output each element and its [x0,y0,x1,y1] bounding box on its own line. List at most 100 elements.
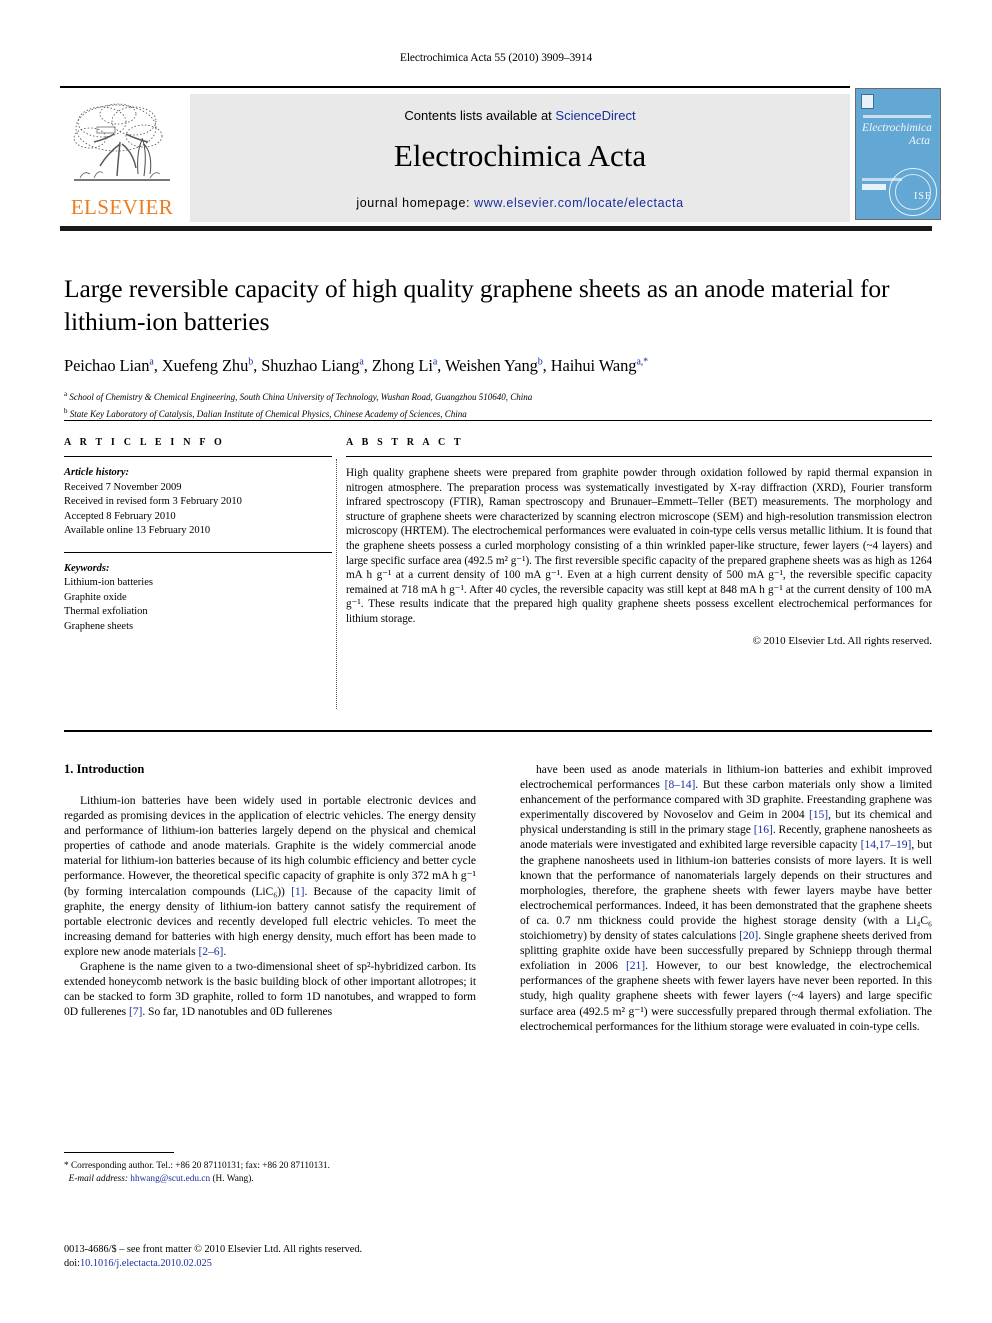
cover-journal-name-line1: Electrochimica [862,122,932,134]
keyword-items: Lithium-ion batteries Graphite oxide Therm… [64,576,332,634]
author-affiliation-marker: a [432,356,438,368]
journal-homepage-line: journal homepage: www.elsevier.com/locat… [190,196,850,210]
body-paragraph: Graphene is the name given to a two-dime… [64,960,476,1019]
introduction-right-paragraphs: have been used as anode materials in lit… [520,762,932,1034]
doi-link[interactable]: 10.1016/j.electacta.2010.02.025 [80,1258,212,1269]
keyword-item: Graphene sheets [64,620,134,632]
citation-reference[interactable]: [2–6] [198,945,223,958]
affiliation-item: b State Key Laboratory of Catalysis, Dal… [64,406,467,419]
citation-reference[interactable]: [15] [809,808,828,821]
masthead-top-rule [60,86,850,88]
issn-footer: 0013-4686/$ – see front matter © 2010 El… [64,1243,564,1271]
affiliation-list: a School of Chemistry & Chemical Enginee… [64,388,934,421]
article-history-item: Received in revised form 3 February 2010 [64,496,242,507]
keyword-item: Thermal exfoliation [64,606,148,617]
author-name: Peichao Lian [64,356,150,375]
abstract-column: A B S T R A C T High quality graphene sh… [346,437,932,647]
citation-reference[interactable]: [7] [129,1005,142,1018]
issn-line: 0013-4686/$ – see front matter © 2010 El… [64,1244,363,1255]
abstract-text: High quality graphene sheets were prepar… [346,467,932,625]
info-abstract-region: A R T I C L E I N F O Article history: R… [64,437,932,727]
doi-line: doi:10.1016/j.electacta.2010.02.025 [64,1257,564,1271]
journal-masthead: ELSEVIER Contents lists available at Sci… [60,86,941,234]
article-history-item: Accepted 8 February 2010 [64,510,176,522]
keyword-item: Lithium-ion batteries [64,577,153,588]
citation-reference[interactable]: [21] [626,959,645,972]
keywords-label: Keywords: [64,562,110,574]
elsevier-wordmark: ELSEVIER [70,195,174,219]
cover-journal-name-line2: Acta [908,134,930,147]
email-label: E-mail address: [68,1174,128,1184]
info-abstract-divider [336,459,337,709]
author-affiliation-marker: a [149,356,154,368]
keywords-group: Keywords: Lithium-ion batteries Graphite … [64,562,332,635]
journal-band: Contents lists available at ScienceDirec… [190,94,850,222]
cover-seal-label: ISE [914,191,932,202]
body-columns: 1. Introduction Lithium-ion batteries ha… [64,762,932,1262]
email-line: E-mail address: hhwang@scut.edu.cn (H. W… [64,1173,476,1186]
contents-available-line: Contents lists available at ScienceDirec… [190,108,850,123]
corresponding-author-footnote: * Corresponding author. Tel.: +86 20 871… [64,1152,476,1186]
citation-reference[interactable]: [14,17–19] [861,838,912,851]
doi-label: doi: [64,1258,81,1269]
affiliation-marker: a [64,390,68,398]
introduction-left-paragraphs: Lithium-ion batteries have been widely u… [64,793,476,1019]
footnote-rule [64,1152,174,1153]
article-info-heading: A R T I C L E I N F O [64,437,225,448]
cover-journal-name: Electrochimica Acta [862,122,936,147]
affiliation-item: a School of Chemistry & Chemical Enginee… [64,390,533,402]
author-name: Haihui Wang [550,356,637,375]
affiliation-marker: b [64,406,68,415]
article-history-item: Received 7 November 2009 [64,481,182,493]
info-top-rule [64,420,932,421]
contents-prefix: Contents lists available at [404,108,556,123]
email-suffix: (H. Wang). [210,1174,254,1184]
body-column-left: 1. Introduction Lithium-ion batteries ha… [64,762,476,1019]
body-paragraph: Lithium-ion batteries have been widely u… [64,794,476,958]
cover-publisher-icon [861,94,874,109]
paper-page: Electrochimica Acta 55 (2010) 3909–3914 [0,0,992,1323]
author-affiliation-marker: a,* [636,356,649,368]
article-info-column: A R T I C L E I N F O Article history: R… [64,437,332,634]
email-link[interactable]: hhwang@scut.edu.cn [130,1174,210,1184]
author-affiliation-marker: b [537,356,543,368]
article-history-label: Article history: [64,467,130,478]
abstract-copyright: © 2010 Elsevier Ltd. All rights reserved… [752,634,932,647]
article-info-rule [64,456,332,457]
section-heading-introduction: 1. Introduction [64,762,145,776]
homepage-prefix: journal homepage: [356,196,475,210]
footnote-text: * Corresponding author. Tel.: +86 20 871… [64,1160,476,1186]
author-name: Weishen Yang [444,356,538,375]
journal-cover-thumbnail: Electrochimica Acta ISE [855,88,941,220]
author-name: Zhong Li [371,356,433,375]
author-affiliation-marker: b [248,356,254,368]
abstract-heading: A B S T R A C T [346,437,464,448]
author-name: Shuzhao Liang [261,356,360,375]
cover-rule-2 [862,184,886,190]
citation-reference[interactable]: [8–14] [665,778,696,791]
elsevier-tree-icon [73,103,170,181]
corresponding-author-line: * Corresponding author. Tel.: +86 20 871… [64,1161,330,1171]
journal-homepage-link[interactable]: www.elsevier.com/locate/electacta [474,196,683,210]
author-list: Peichao Liana, Xuefeng Zhub, Shuzhao Lia… [64,356,649,375]
page-title: Large reversible capacity of high qualit… [64,274,890,336]
abstract-bottom-rule [64,730,932,732]
article-history-items: Received 7 November 2009 Received in revi… [64,481,332,539]
citation-reference[interactable]: [20] [739,929,758,942]
masthead-bottom-rule [60,226,932,231]
body-paragraph: have been used as anode materials in lit… [520,763,933,1033]
keyword-item: Graphite oxide [64,591,127,603]
author-name: Xuefeng Zhu [161,356,249,375]
cover-kicker-bar [863,115,931,118]
title-block: Large reversible capacity of high qualit… [64,272,934,421]
abstract-rule [346,456,932,457]
article-history-item: Available online 13 February 2010 [64,525,211,536]
citation-reference[interactable]: [1] [291,885,304,898]
article-history-group: Article history: Received 7 November 200… [64,466,332,539]
sciencedirect-link[interactable]: ScienceDirect [555,108,635,123]
citation-reference[interactable]: [16] [754,823,773,836]
article-info-sep-rule [64,551,332,553]
elsevier-logo: ELSEVIER [62,94,182,222]
running-head: Electrochimica Acta 55 (2010) 3909–3914 [399,52,593,64]
journal-title: Electrochimica Acta [393,138,647,173]
